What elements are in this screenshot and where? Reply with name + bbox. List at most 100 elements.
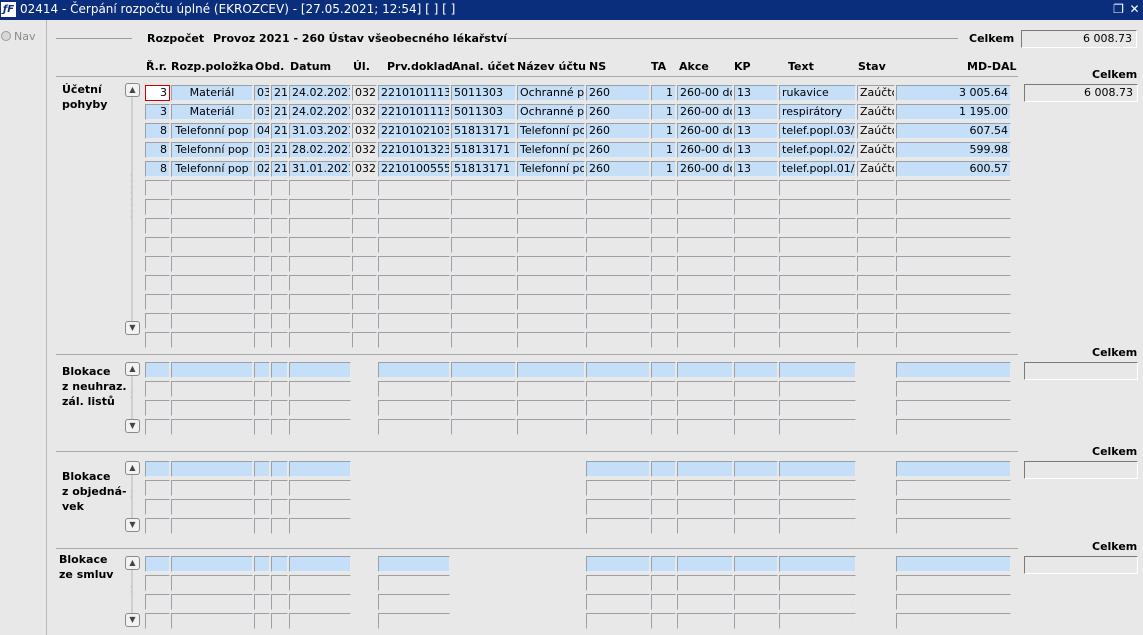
cell-ta[interactable]: [651, 313, 676, 329]
cell-ns[interactable]: [586, 613, 650, 629]
cell-ta[interactable]: [651, 480, 676, 496]
cell-obd-year[interactable]: [271, 180, 288, 196]
cell-kp[interactable]: [734, 613, 778, 629]
cell-nazev[interactable]: [517, 362, 585, 378]
blokace-objednavek-scrollbar[interactable]: ▲ · · ▼: [125, 461, 140, 534]
blokace-smluv-scrollbar[interactable]: ▲ · · ▼: [125, 556, 140, 629]
cell-ul[interactable]: 032: [352, 142, 377, 158]
cell-ta[interactable]: [651, 419, 676, 435]
cell-akce[interactable]: [677, 575, 733, 591]
cell-kp[interactable]: [734, 199, 778, 215]
cell-ul[interactable]: [352, 313, 377, 329]
scroll-down-icon[interactable]: ▼: [125, 518, 140, 532]
cell-nazev[interactable]: Telefonní po: [517, 123, 585, 139]
cell-rozp[interactable]: [171, 419, 253, 435]
cell-text[interactable]: telef.popl.01/20: [779, 161, 856, 177]
cell-ns[interactable]: [586, 256, 650, 272]
cell-obd[interactable]: 03: [254, 85, 270, 101]
cell-anal[interactable]: [451, 400, 516, 416]
cell-md-dal[interactable]: [896, 461, 1011, 477]
cell-ns[interactable]: [586, 419, 650, 435]
cell-nazev[interactable]: [517, 218, 585, 234]
cell-nazev[interactable]: Ochranné po: [517, 104, 585, 120]
cell-akce[interactable]: [677, 480, 733, 496]
cell-akce[interactable]: 260-00 dot: [677, 161, 733, 177]
cell-kp[interactable]: [734, 180, 778, 196]
cell-text[interactable]: [779, 381, 856, 397]
cell-rozp[interactable]: [171, 594, 253, 610]
cell-text[interactable]: rukavice: [779, 85, 856, 101]
scroll-up-icon[interactable]: ▲: [125, 556, 140, 570]
cell-text[interactable]: [779, 275, 856, 291]
cell-prv[interactable]: 2210101323: [378, 142, 450, 158]
cell-text[interactable]: [779, 461, 856, 477]
cell-ul[interactable]: 032: [352, 104, 377, 120]
cell-ns[interactable]: [586, 332, 650, 348]
cell-stav[interactable]: Zaúčto: [857, 104, 895, 120]
cell-obd[interactable]: 02: [254, 161, 270, 177]
cell-datum[interactable]: [289, 362, 351, 378]
cell-anal[interactable]: [451, 237, 516, 253]
cell-rr[interactable]: [145, 613, 170, 629]
cell-ul[interactable]: 032: [352, 85, 377, 101]
cell-kp[interactable]: [734, 237, 778, 253]
cell-rozp[interactable]: [171, 381, 253, 397]
cell-ns[interactable]: 260: [586, 85, 650, 101]
cell-kp[interactable]: 13: [734, 104, 778, 120]
cell-md-dal[interactable]: [896, 381, 1011, 397]
cell-datum[interactable]: [289, 381, 351, 397]
cell-datum[interactable]: [289, 256, 351, 272]
scroll-up-icon[interactable]: ▲: [125, 461, 140, 475]
cell-rozp[interactable]: [171, 275, 253, 291]
cell-text[interactable]: [779, 556, 856, 572]
cell-akce[interactable]: [677, 419, 733, 435]
cell-rozp[interactable]: Telefonní pop: [171, 123, 253, 139]
cell-ns[interactable]: [586, 180, 650, 196]
cell-anal[interactable]: 5011303: [451, 85, 516, 101]
cell-prv[interactable]: 2210101113: [378, 85, 450, 101]
cell-anal[interactable]: [451, 419, 516, 435]
cell-kp[interactable]: [734, 218, 778, 234]
cell-datum[interactable]: [289, 419, 351, 435]
cell-md-dal[interactable]: [896, 613, 1011, 629]
cell-ns[interactable]: [586, 294, 650, 310]
cell-akce[interactable]: [677, 594, 733, 610]
cell-text[interactable]: [779, 575, 856, 591]
cell-text[interactable]: [779, 594, 856, 610]
cell-obd-year[interactable]: [271, 400, 288, 416]
cell-prv[interactable]: 2210102103: [378, 123, 450, 139]
cell-text[interactable]: [779, 218, 856, 234]
cell-kp[interactable]: 13: [734, 161, 778, 177]
cell-datum[interactable]: [289, 575, 351, 591]
cell-rr[interactable]: [145, 556, 170, 572]
cell-anal[interactable]: [451, 218, 516, 234]
cell-obd[interactable]: [254, 362, 270, 378]
cell-ns[interactable]: 260: [586, 123, 650, 139]
cell-ta[interactable]: [651, 613, 676, 629]
cell-rr[interactable]: 3: [145, 104, 170, 120]
cell-stav[interactable]: [857, 199, 895, 215]
cell-ns[interactable]: [586, 461, 650, 477]
cell-ns[interactable]: [586, 362, 650, 378]
cell-ul[interactable]: 032: [352, 123, 377, 139]
cell-datum[interactable]: 24.02.2021: [289, 85, 351, 101]
cell-stav[interactable]: [857, 313, 895, 329]
cell-nazev[interactable]: [517, 400, 585, 416]
cell-anal[interactable]: [451, 381, 516, 397]
cell-datum[interactable]: 24.02.2021: [289, 104, 351, 120]
cell-ta[interactable]: [651, 218, 676, 234]
cell-obd[interactable]: [254, 518, 270, 534]
cell-prv[interactable]: [378, 362, 450, 378]
cell-obd-year[interactable]: [271, 461, 288, 477]
cell-datum[interactable]: [289, 400, 351, 416]
cell-akce[interactable]: [677, 461, 733, 477]
cell-ns[interactable]: [586, 237, 650, 253]
cell-datum[interactable]: [289, 332, 351, 348]
cell-nazev[interactable]: Telefonní po: [517, 161, 585, 177]
cell-obd-year[interactable]: [271, 594, 288, 610]
cell-ta[interactable]: [651, 180, 676, 196]
cell-kp[interactable]: [734, 594, 778, 610]
cell-obd-year[interactable]: 21: [271, 123, 288, 139]
cell-ul[interactable]: [352, 256, 377, 272]
cell-prv[interactable]: [378, 313, 450, 329]
